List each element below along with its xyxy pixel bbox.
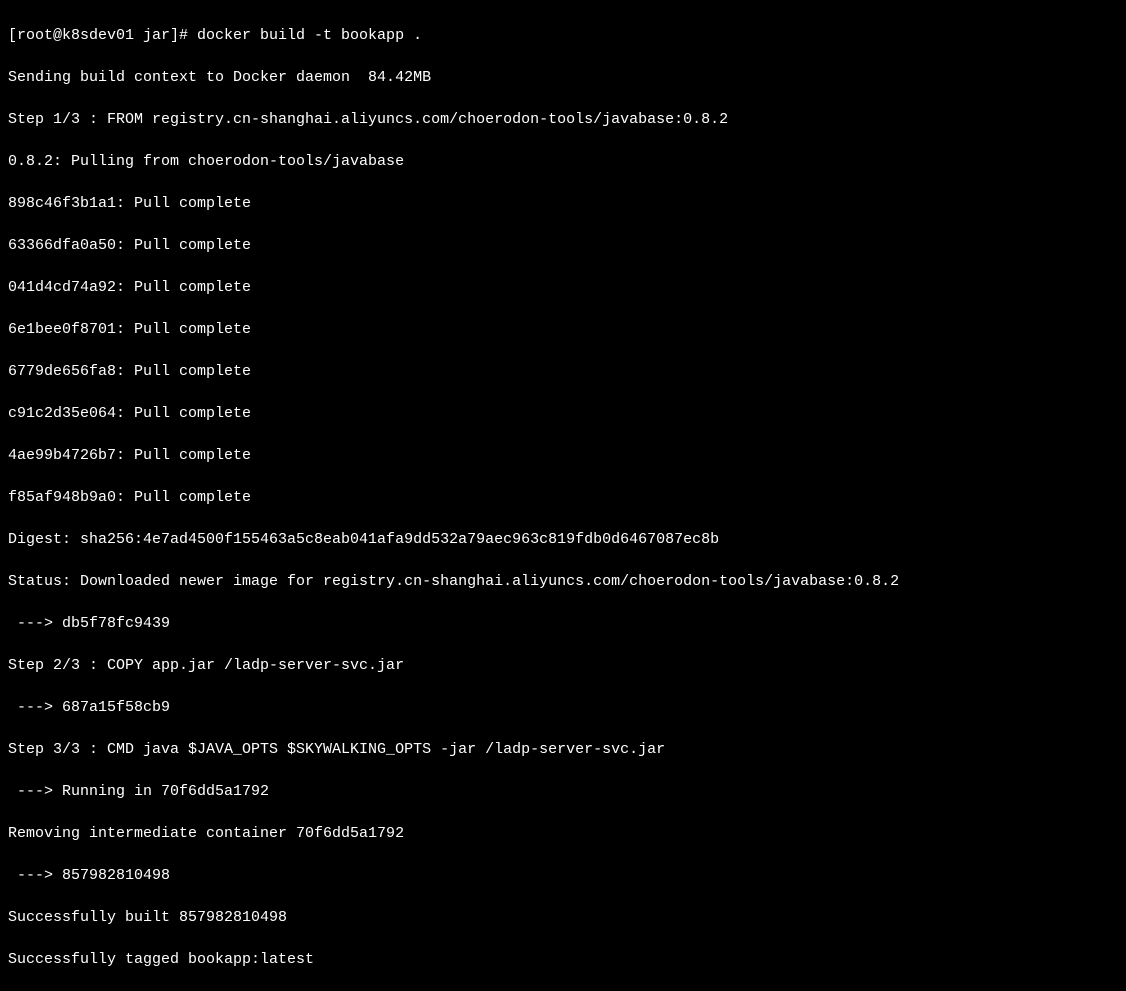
output-line: 898c46f3b1a1: Pull complete xyxy=(8,193,1118,214)
terminal-output: [root@k8sdev01 jar]# docker build -t boo… xyxy=(8,4,1118,991)
output-line: ---> 857982810498 xyxy=(8,865,1118,886)
output-line: ---> db5f78fc9439 xyxy=(8,613,1118,634)
output-line: Successfully tagged bookapp:latest xyxy=(8,949,1118,970)
shell-prompt: [root@k8sdev01 jar]# xyxy=(8,27,197,44)
output-line: ---> Running in 70f6dd5a1792 xyxy=(8,781,1118,802)
output-line: Successfully built 857982810498 xyxy=(8,907,1118,928)
output-line: Step 1/3 : FROM registry.cn-shanghai.ali… xyxy=(8,109,1118,130)
output-line: 0.8.2: Pulling from choerodon-tools/java… xyxy=(8,151,1118,172)
output-line: Status: Downloaded newer image for regis… xyxy=(8,571,1118,592)
output-line: c91c2d35e064: Pull complete xyxy=(8,403,1118,424)
output-line: Removing intermediate container 70f6dd5a… xyxy=(8,823,1118,844)
output-line: f85af948b9a0: Pull complete xyxy=(8,487,1118,508)
output-line: 6e1bee0f8701: Pull complete xyxy=(8,319,1118,340)
command-line: [root@k8sdev01 jar]# docker build -t boo… xyxy=(8,25,1118,46)
output-line: 4ae99b4726b7: Pull complete xyxy=(8,445,1118,466)
output-line: 041d4cd74a92: Pull complete xyxy=(8,277,1118,298)
output-line: 6779de656fa8: Pull complete xyxy=(8,361,1118,382)
output-line: Step 2/3 : COPY app.jar /ladp-server-svc… xyxy=(8,655,1118,676)
output-line: ---> 687a15f58cb9 xyxy=(8,697,1118,718)
shell-command: docker build -t bookapp . xyxy=(197,27,422,44)
output-line: Step 3/3 : CMD java $JAVA_OPTS $SKYWALKI… xyxy=(8,739,1118,760)
output-line: 63366dfa0a50: Pull complete xyxy=(8,235,1118,256)
output-line: Digest: sha256:4e7ad4500f155463a5c8eab04… xyxy=(8,529,1118,550)
output-line: Sending build context to Docker daemon 8… xyxy=(8,67,1118,88)
